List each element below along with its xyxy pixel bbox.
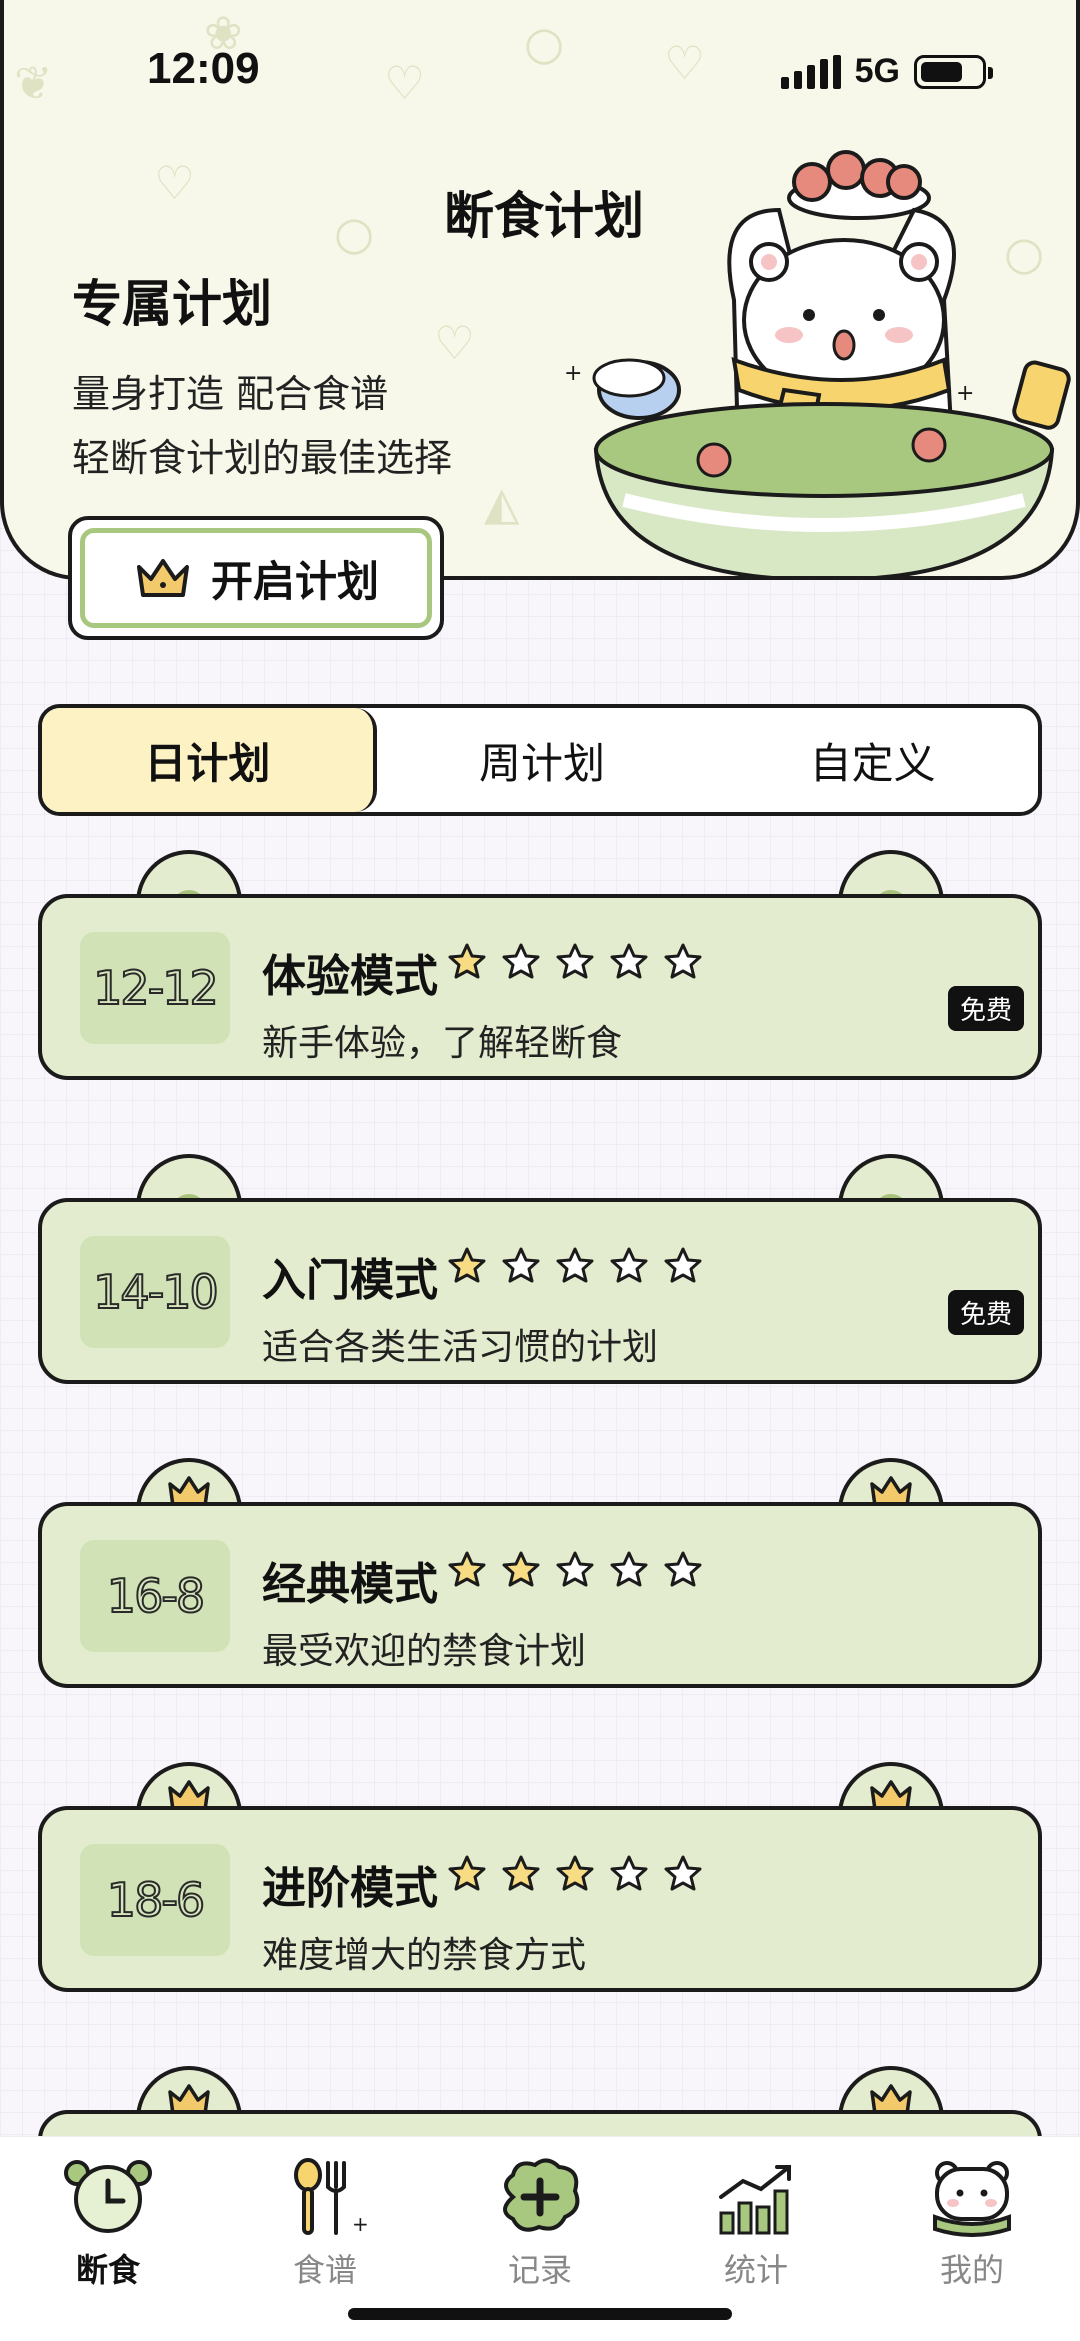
star-icon: [556, 1855, 594, 1891]
star-icon: [664, 943, 702, 979]
free-badge: 免费: [947, 986, 1024, 1031]
plan-name: 入门模式: [262, 1255, 438, 1306]
plan-ratio: 16-8: [80, 1540, 230, 1652]
difficulty-stars: [447, 1246, 703, 1286]
network-type: 5G: [854, 52, 900, 90]
star-icon: [502, 1855, 540, 1891]
plan-description: 适合各类生活习惯的计划: [262, 1327, 659, 1368]
status-indicators: 5G: [780, 52, 993, 91]
add-record-icon: [503, 2158, 580, 2232]
plan-card[interactable]: 12-12 体验模式新手体验，了解轻断食 免费: [38, 850, 1042, 1080]
alarm-clock-icon: [64, 2160, 152, 2233]
star-icon: [556, 1551, 594, 1587]
plan-ratio: 12-12: [80, 932, 230, 1044]
strawberry-doodle-icon: ♡: [664, 36, 706, 90]
plan-card-body: 18-6 进阶模式难度增大的禁食方式: [38, 1806, 1042, 1992]
status-time: 12:09: [147, 44, 260, 93]
nav-label-fasting: 断食: [75, 2251, 140, 2289]
header-banner: ❦ ♡ ○ ○ ♡ ♡ ❀ ♡ ○ ◭ 12:09 5G 断食计划 专属计划 量…: [0, 0, 1080, 580]
svg-text:+: +: [956, 381, 974, 406]
plan-card[interactable]: 16-8 经典模式最受欢迎的禁食计划: [38, 1458, 1042, 1688]
plan-card-partial: [38, 2066, 1042, 2170]
plan-card-body: 16-8 经典模式最受欢迎的禁食计划: [38, 1502, 1042, 1688]
plan-name: 体验模式: [262, 951, 438, 1002]
plan-title: 专属计划: [72, 274, 272, 333]
star-icon: [502, 1247, 540, 1283]
plan-card[interactable]: 14-10 入门模式适合各类生活习惯的计划 免费: [38, 1154, 1042, 1384]
crown-icon: [136, 559, 189, 597]
plan-type-tabs: 日计划 周计划 自定义: [38, 704, 1042, 816]
star-icon: [448, 1855, 486, 1891]
star-icon: [664, 1247, 702, 1283]
free-badge: 免费: [947, 1290, 1024, 1335]
nav-profile[interactable]: 我的: [902, 2157, 1042, 2297]
plan-name: 进阶模式: [262, 1863, 438, 1914]
start-plan-label: 开启计划: [210, 556, 379, 606]
star-icon: [664, 1551, 702, 1587]
strawberry-doodle-icon: ♡: [154, 156, 196, 210]
plan-desc-line-1: 量身打造 配合食谱: [72, 372, 389, 416]
star-icon: [556, 943, 594, 979]
plan-card-body: 14-10 入门模式适合各类生活习惯的计划 免费: [38, 1198, 1042, 1384]
tab-weekly-plan[interactable]: 周计划: [377, 708, 708, 812]
stats-chart-icon: [719, 2165, 791, 2235]
plan-description: 新手体验，了解轻断食: [262, 1023, 623, 1064]
start-plan-button-inner: 开启计划: [80, 528, 432, 628]
difficulty-stars: [447, 1854, 703, 1894]
star-icon: [448, 943, 486, 979]
star-icon: [448, 1247, 486, 1283]
bear-mascot-illustration: + +: [564, 150, 1071, 576]
plan-ratio: 18-6: [80, 1844, 230, 1956]
nav-fasting[interactable]: 断食: [38, 2157, 178, 2297]
plan-ratio: 14-10: [80, 1236, 230, 1348]
start-plan-button[interactable]: 开启计划: [68, 516, 444, 640]
star-icon: [610, 1855, 648, 1891]
nav-label-recipes: 食谱: [292, 2251, 357, 2289]
star-icon: [502, 943, 540, 979]
nav-stats[interactable]: 统计: [686, 2157, 826, 2297]
nav-recipes[interactable]: + 食谱: [255, 2157, 395, 2297]
tab-custom[interactable]: 自定义: [707, 708, 1038, 812]
tab-daily-plan[interactable]: 日计划: [42, 708, 377, 812]
difficulty-stars: [447, 942, 703, 982]
utensils-icon: +: [294, 2158, 369, 2236]
star-icon: [448, 1551, 486, 1587]
difficulty-stars: [447, 1550, 703, 1590]
plan-name: 经典模式: [262, 1559, 438, 1610]
vegetable-doodle-icon: ❦: [14, 56, 53, 110]
plan-card[interactable]: 18-6 进阶模式难度增大的禁食方式: [38, 1762, 1042, 1992]
svg-text:+: +: [352, 2212, 369, 2236]
plan-description: 量身打造 配合食谱 轻断食计划的最佳选择: [72, 362, 452, 490]
plan-card-body: 12-12 体验模式新手体验，了解轻断食 免费: [38, 894, 1042, 1080]
svg-text:+: +: [564, 361, 582, 386]
battery-icon: [914, 54, 993, 89]
plan-description: 难度增大的禁食方式: [262, 1935, 587, 1976]
tomato-doodle-icon: ○: [334, 206, 375, 260]
home-indicator[interactable]: [348, 2308, 732, 2320]
nav-label-profile: 我的: [939, 2251, 1004, 2289]
plan-desc-line-2: 轻断食计划的最佳选择: [72, 436, 453, 480]
strawberry-doodle-icon: ♡: [384, 56, 426, 110]
signal-icon: [780, 54, 841, 89]
star-icon: [556, 1247, 594, 1283]
star-icon: [610, 943, 648, 979]
nav-label-stats: 统计: [723, 2251, 788, 2289]
melon-doodle-icon: ◭: [484, 476, 520, 530]
plan-description: 最受欢迎的禁食计划: [262, 1631, 587, 1672]
strawberry-doodle-icon: ♡: [434, 316, 476, 370]
star-icon: [610, 1551, 648, 1587]
star-icon: [502, 1551, 540, 1587]
nav-record[interactable]: 记录: [470, 2157, 610, 2297]
bear-profile-icon: [933, 2161, 1011, 2237]
star-icon: [610, 1247, 648, 1283]
apple-doodle-icon: ○: [524, 16, 565, 70]
nav-label-record: 记录: [507, 2251, 572, 2289]
star-icon: [664, 1855, 702, 1891]
